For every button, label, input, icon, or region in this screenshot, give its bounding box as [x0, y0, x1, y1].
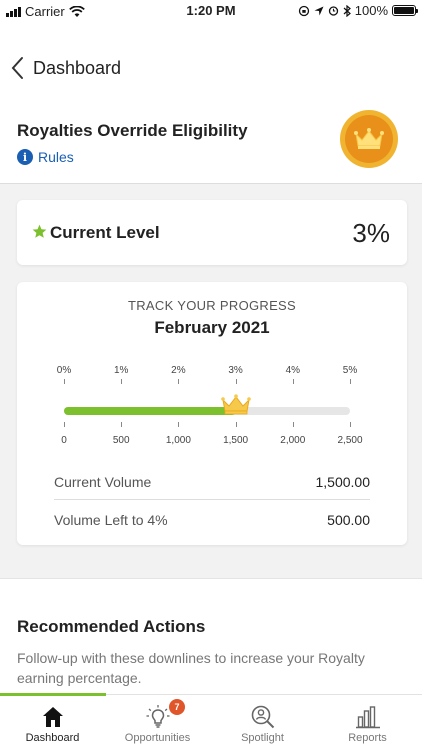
alarm-icon: [328, 6, 338, 16]
volume-left-label: Volume Left to 4%: [54, 512, 168, 528]
tab-opportunities[interactable]: 7 Opportunities: [105, 695, 210, 750]
notification-badge: 7: [169, 699, 185, 715]
tab-dashboard-label: Dashboard: [25, 732, 80, 744]
nav-header: Dashboard: [0, 22, 422, 106]
progress-month: February 2021: [154, 318, 270, 337]
progress-card: TRACK YOUR PROGRESS February 2021 Curren…: [17, 282, 407, 545]
spotlight-icon: [251, 705, 275, 729]
percent-tick-mark: [292, 379, 294, 384]
rules-label: Rules: [38, 149, 74, 165]
volume-tick-label: 500: [112, 435, 130, 446]
volume-tick-mark: [235, 422, 237, 427]
bar-chart-icon: [356, 706, 380, 729]
battery-icon: [392, 5, 418, 16]
percent-tick-mark: [64, 379, 65, 384]
current-level-label: Current Level: [50, 223, 160, 242]
bluetooth-icon: [343, 4, 351, 17]
progress-bar-track: [64, 407, 350, 415]
page-title: Royalties Override Eligibility: [17, 121, 248, 140]
status-bar: Carrier 1:20 PM 100%: [0, 0, 422, 22]
percent-tick-mark: [178, 379, 180, 384]
percent-tick-label: 5%: [342, 365, 358, 376]
percent-tick-label: 1%: [113, 365, 129, 376]
percent-tick-mark: [121, 379, 123, 384]
star-icon: [32, 224, 47, 238]
current-volume-label: Current Volume: [54, 473, 152, 490]
back-button[interactable]: Dashboard: [33, 58, 121, 79]
crown-badge: [340, 110, 398, 168]
info-icon: i: [17, 149, 33, 165]
rotation-lock-icon: [298, 5, 309, 16]
crown-marker-icon: [220, 394, 251, 415]
volume-tick-label: 1,500: [223, 435, 249, 446]
volume-tick-label: 2,500: [337, 435, 363, 446]
current-volume-row: Current Volume 1,500.00: [54, 464, 370, 500]
percent-tick-mark: [350, 379, 351, 384]
tab-spotlight[interactable]: Spotlight: [210, 695, 315, 750]
volume-tick-mark: [350, 422, 351, 427]
recommended-actions-title: Recommended Actions: [17, 617, 206, 636]
track-progress-heading: TRACK YOUR PROGRESS: [128, 298, 296, 313]
percent-tick-label: 3%: [228, 365, 243, 376]
recommended-actions-section: Recommended Actions Follow-up with these…: [0, 578, 422, 694]
eligibility-header: Royalties Override Eligibility i Rules: [0, 106, 422, 184]
tab-reports-label: Reports: [348, 732, 387, 744]
home-icon: [43, 707, 63, 727]
percent-tick-mark: [235, 379, 237, 384]
recommended-actions-description: Follow-up with these downlines to increa…: [17, 650, 365, 686]
battery-percent: 100%: [354, 3, 388, 18]
lightbulb-icon: [146, 705, 170, 728]
back-chevron-icon[interactable]: [10, 56, 26, 80]
volume-left-row: Volume Left to 4% 500.00: [54, 502, 370, 538]
tab-reports[interactable]: Reports: [315, 695, 420, 750]
crown-icon: [354, 128, 384, 149]
tab-dashboard[interactable]: Dashboard: [0, 695, 105, 750]
volume-tick-mark: [64, 422, 65, 427]
tab-bar: Dashboard 7 Opportunities Spotlight Repo…: [0, 693, 422, 750]
current-level-value: 3%: [352, 218, 390, 248]
location-icon: [314, 6, 324, 15]
volume-left-value: 500.00: [327, 512, 370, 528]
percent-tick-label: 0%: [56, 365, 72, 376]
volume-tick-label: 2,000: [280, 435, 306, 446]
status-right: 100%: [298, 3, 418, 18]
volume-tick-mark: [121, 422, 123, 427]
percent-tick-label: 4%: [285, 365, 301, 376]
current-level-card: Current Level 3%: [17, 200, 407, 265]
tab-spotlight-label: Spotlight: [241, 732, 284, 744]
rules-link[interactable]: i Rules: [17, 149, 74, 165]
volume-tick-label: 1,000: [165, 435, 191, 446]
progress-bar-fill: [64, 407, 236, 415]
volume-tick-mark: [292, 422, 294, 427]
volume-tick-mark: [178, 422, 180, 427]
current-volume-value: 1,500.00: [315, 473, 371, 490]
percent-tick-label: 2%: [171, 365, 186, 376]
tab-opportunities-label: Opportunities: [124, 732, 191, 744]
volume-tick-label: 0: [61, 435, 67, 446]
